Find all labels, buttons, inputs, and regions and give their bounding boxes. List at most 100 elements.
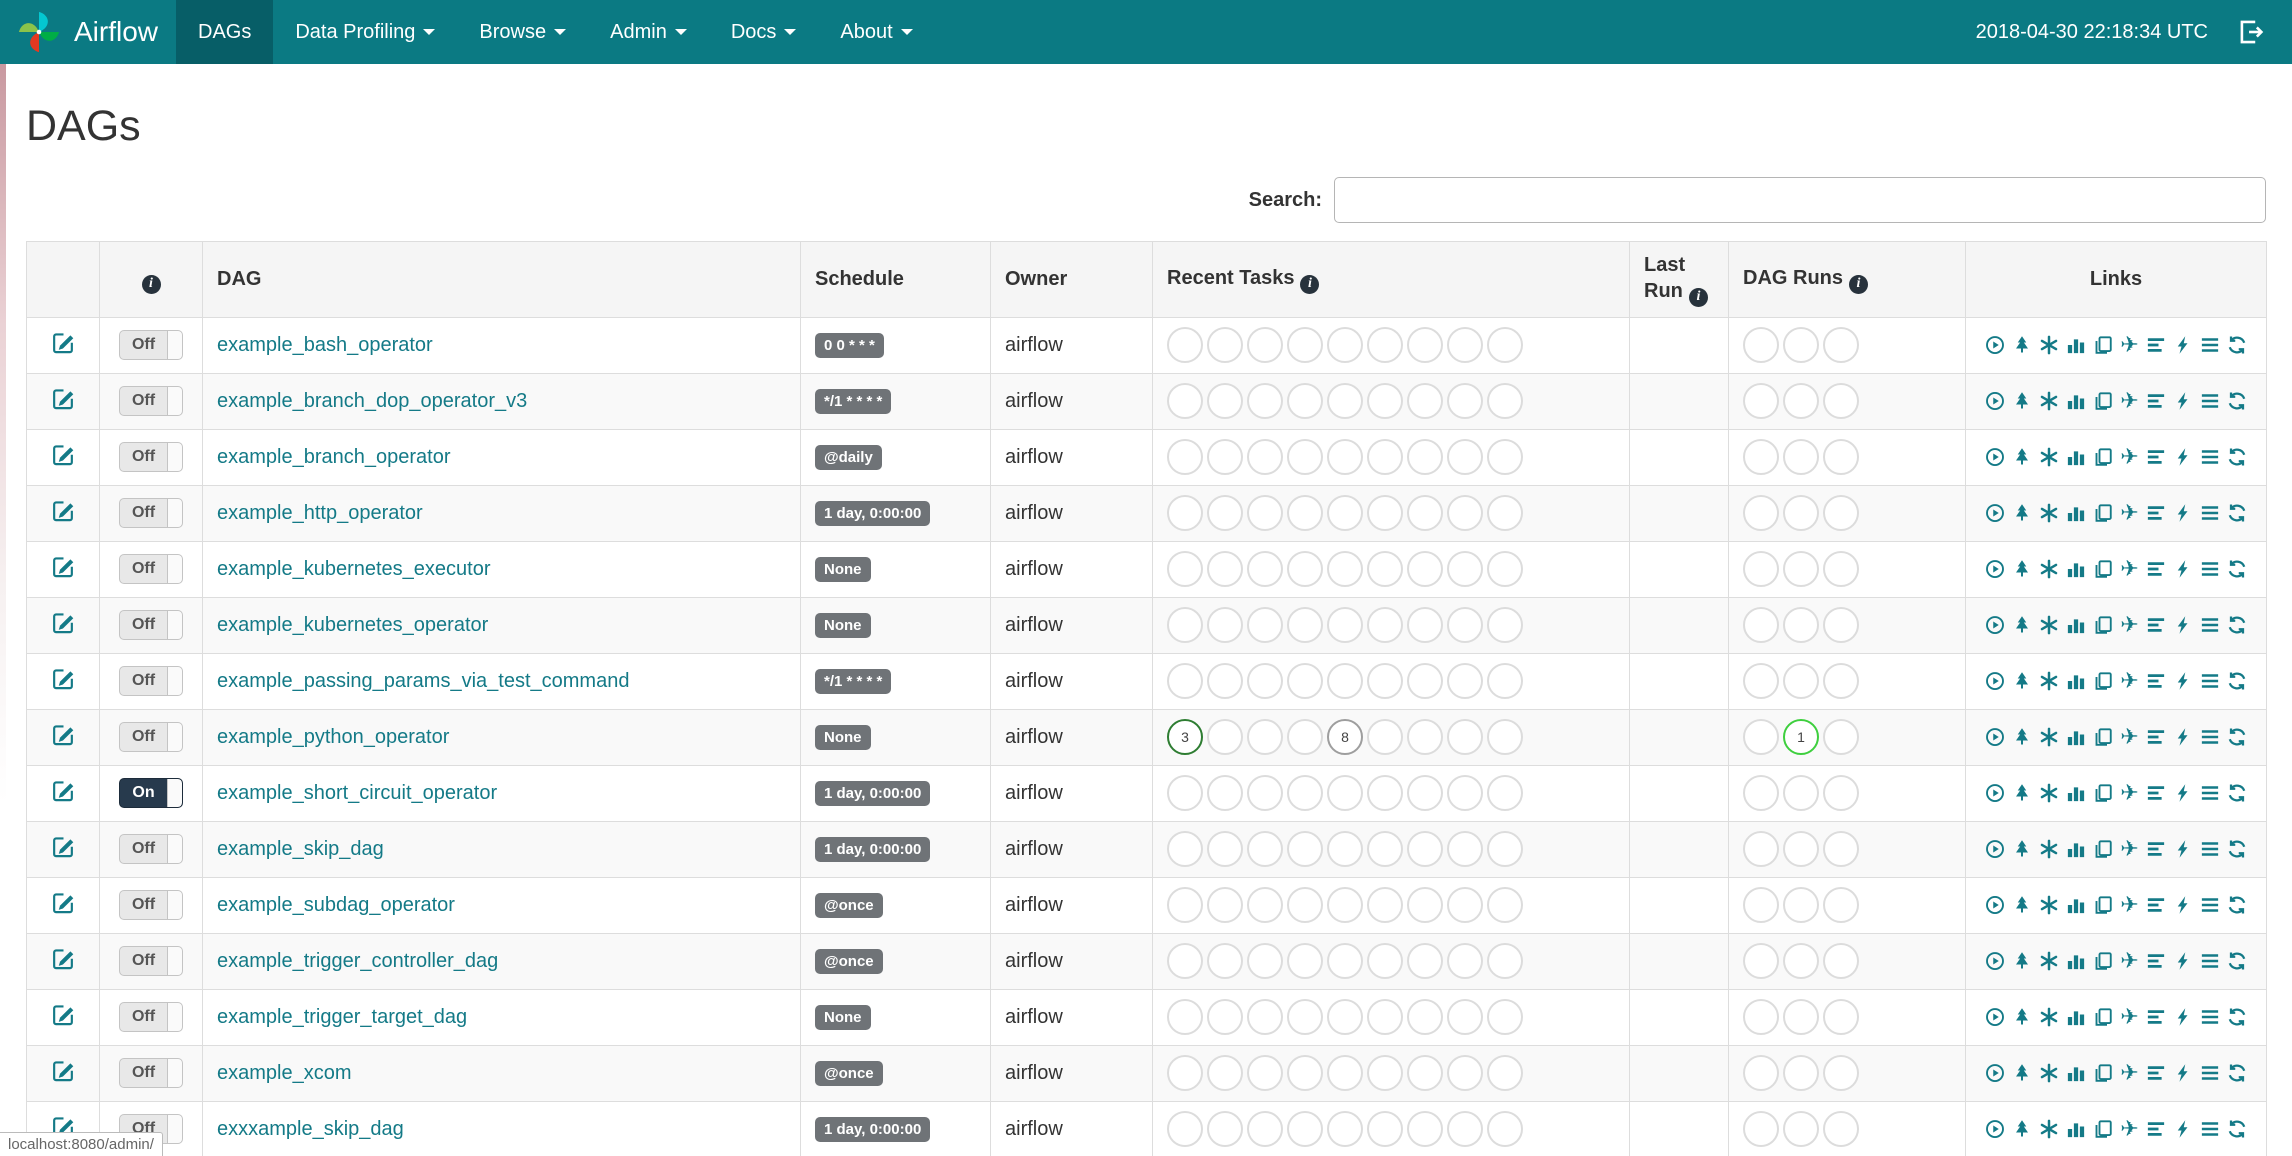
tree-view-icon[interactable] bbox=[2012, 839, 2032, 859]
gantt-view-icon[interactable] bbox=[2146, 503, 2166, 523]
recent-task-state-circle[interactable] bbox=[1367, 775, 1403, 811]
recent-task-state-circle[interactable] bbox=[1487, 831, 1523, 867]
dag-run-state-circle[interactable] bbox=[1823, 383, 1859, 419]
recent-task-state-circle[interactable] bbox=[1287, 607, 1323, 643]
recent-task-state-circle[interactable] bbox=[1287, 551, 1323, 587]
graph-view-icon[interactable] bbox=[2039, 559, 2059, 579]
recent-task-state-circle[interactable] bbox=[1247, 551, 1283, 587]
dag-link[interactable]: example_subdag_operator bbox=[217, 894, 455, 916]
recent-task-state-circle[interactable] bbox=[1247, 383, 1283, 419]
recent-task-state-circle[interactable] bbox=[1447, 775, 1483, 811]
landing-times-icon[interactable]: ✈ bbox=[2120, 782, 2138, 804]
tree-view-icon[interactable] bbox=[2012, 1063, 2032, 1083]
nav-item-browse[interactable]: Browse bbox=[457, 0, 588, 64]
dag-run-state-circle[interactable] bbox=[1743, 1111, 1779, 1147]
recent-task-state-circle[interactable] bbox=[1287, 439, 1323, 475]
recent-task-state-circle[interactable] bbox=[1407, 663, 1443, 699]
dag-pause-toggle[interactable]: Off bbox=[119, 834, 183, 864]
landing-times-icon[interactable]: ✈ bbox=[2120, 1006, 2138, 1028]
graph-view-icon[interactable] bbox=[2039, 335, 2059, 355]
refresh-icon[interactable] bbox=[2227, 895, 2247, 915]
landing-times-icon[interactable]: ✈ bbox=[2120, 446, 2138, 468]
logs-icon[interactable] bbox=[2200, 559, 2220, 579]
dag-run-state-circle[interactable] bbox=[1783, 887, 1819, 923]
dag-run-state-circle[interactable] bbox=[1743, 1055, 1779, 1091]
landing-times-icon[interactable]: ✈ bbox=[2120, 334, 2138, 356]
tree-view-icon[interactable] bbox=[2012, 1119, 2032, 1139]
recent-task-state-circle[interactable] bbox=[1287, 943, 1323, 979]
nav-item-dags[interactable]: DAGs bbox=[176, 0, 274, 64]
task-tries-icon[interactable] bbox=[2093, 1119, 2113, 1139]
refresh-icon[interactable] bbox=[2227, 839, 2247, 859]
recent-task-state-circle[interactable] bbox=[1287, 999, 1323, 1035]
recent-task-state-circle[interactable] bbox=[1407, 495, 1443, 531]
recent-task-state-circle[interactable] bbox=[1487, 551, 1523, 587]
landing-times-icon[interactable]: ✈ bbox=[2120, 950, 2138, 972]
dag-run-state-circle[interactable] bbox=[1783, 1111, 1819, 1147]
recent-task-state-circle[interactable] bbox=[1167, 887, 1203, 923]
task-duration-icon[interactable] bbox=[2066, 615, 2086, 635]
landing-times-icon[interactable]: ✈ bbox=[2120, 670, 2138, 692]
recent-task-state-circle[interactable] bbox=[1167, 327, 1203, 363]
logs-icon[interactable] bbox=[2200, 1007, 2220, 1027]
code-view-icon[interactable] bbox=[2173, 1007, 2193, 1027]
recent-task-state-circle[interactable] bbox=[1247, 1111, 1283, 1147]
recent-task-state-circle[interactable] bbox=[1487, 495, 1523, 531]
dag-pause-toggle[interactable]: Off bbox=[119, 722, 183, 752]
gantt-view-icon[interactable] bbox=[2146, 1119, 2166, 1139]
dag-run-state-circle[interactable] bbox=[1783, 439, 1819, 475]
dag-run-state-circle[interactable] bbox=[1823, 551, 1859, 587]
trigger-dag-icon[interactable] bbox=[1985, 1063, 2005, 1083]
gantt-view-icon[interactable] bbox=[2146, 447, 2166, 467]
recent-task-state-circle[interactable] bbox=[1247, 831, 1283, 867]
recent-task-state-circle[interactable] bbox=[1247, 495, 1283, 531]
recent-task-state-circle[interactable] bbox=[1447, 383, 1483, 419]
dag-run-state-circle[interactable] bbox=[1783, 383, 1819, 419]
code-view-icon[interactable] bbox=[2173, 391, 2193, 411]
tree-view-icon[interactable] bbox=[2012, 503, 2032, 523]
dag-run-state-circle[interactable] bbox=[1743, 775, 1779, 811]
recent-task-state-circle[interactable] bbox=[1447, 887, 1483, 923]
refresh-icon[interactable] bbox=[2227, 727, 2247, 747]
recent-task-state-circle[interactable] bbox=[1247, 1055, 1283, 1091]
recent-task-state-circle[interactable] bbox=[1287, 663, 1323, 699]
code-view-icon[interactable] bbox=[2173, 559, 2193, 579]
recent-task-state-circle[interactable] bbox=[1207, 551, 1243, 587]
recent-task-state-circle[interactable] bbox=[1207, 1055, 1243, 1091]
refresh-icon[interactable] bbox=[2227, 615, 2247, 635]
task-duration-icon[interactable] bbox=[2066, 1119, 2086, 1139]
refresh-icon[interactable] bbox=[2227, 335, 2247, 355]
landing-times-icon[interactable]: ✈ bbox=[2120, 390, 2138, 412]
edit-dag-icon[interactable] bbox=[52, 499, 75, 522]
dag-link[interactable]: example_branch_dop_operator_v3 bbox=[217, 390, 527, 412]
recent-task-state-circle[interactable] bbox=[1167, 831, 1203, 867]
edit-dag-icon[interactable] bbox=[52, 1003, 75, 1026]
dag-pause-toggle[interactable]: Off bbox=[119, 330, 183, 360]
dag-link[interactable]: example_trigger_target_dag bbox=[217, 1006, 467, 1028]
code-view-icon[interactable] bbox=[2173, 335, 2193, 355]
recent-task-state-circle[interactable] bbox=[1247, 775, 1283, 811]
dag-run-state-circle[interactable] bbox=[1743, 719, 1779, 755]
dag-run-state-circle[interactable] bbox=[1823, 1111, 1859, 1147]
recent-task-state-circle[interactable] bbox=[1447, 495, 1483, 531]
recent-task-state-circle[interactable] bbox=[1407, 383, 1443, 419]
task-duration-icon[interactable] bbox=[2066, 783, 2086, 803]
dag-run-state-circle[interactable] bbox=[1823, 887, 1859, 923]
dag-run-state-circle[interactable] bbox=[1783, 663, 1819, 699]
recent-task-state-circle[interactable] bbox=[1447, 1111, 1483, 1147]
task-duration-icon[interactable] bbox=[2066, 559, 2086, 579]
recent-task-state-circle[interactable] bbox=[1367, 1055, 1403, 1091]
code-view-icon[interactable] bbox=[2173, 447, 2193, 467]
recent-task-state-circle[interactable] bbox=[1407, 999, 1443, 1035]
code-view-icon[interactable] bbox=[2173, 839, 2193, 859]
gantt-view-icon[interactable] bbox=[2146, 895, 2166, 915]
recent-task-state-circle[interactable] bbox=[1327, 775, 1363, 811]
recent-task-state-circle[interactable] bbox=[1407, 607, 1443, 643]
logs-icon[interactable] bbox=[2200, 671, 2220, 691]
recent-task-state-circle[interactable] bbox=[1167, 943, 1203, 979]
recent-task-state-circle[interactable] bbox=[1487, 1055, 1523, 1091]
recent-task-state-circle[interactable] bbox=[1327, 495, 1363, 531]
recent-task-state-circle[interactable] bbox=[1167, 663, 1203, 699]
recent-task-state-circle[interactable] bbox=[1407, 887, 1443, 923]
recent-task-state-circle[interactable] bbox=[1207, 607, 1243, 643]
